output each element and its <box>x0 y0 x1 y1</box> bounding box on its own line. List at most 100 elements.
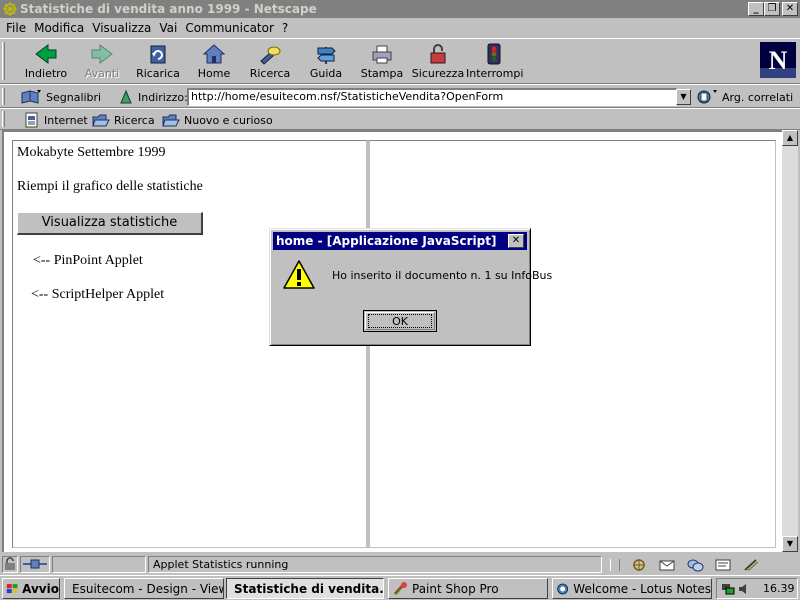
back-button-label: Indietro <box>24 67 68 80</box>
padlock-icon <box>430 44 446 64</box>
bookmarks-button[interactable]: Segnalibri <box>20 87 101 107</box>
vertical-scrollbar[interactable]: ▲ ▼ <box>782 130 798 552</box>
menu-file[interactable]: File <box>2 21 30 35</box>
address-input[interactable]: http://home/esuitecom.nsf/StatisticheVen… <box>187 88 677 106</box>
show-statistics-button[interactable]: Visualizza statistiche <box>17 212 203 235</box>
maximize-button[interactable]: ❐ <box>764 2 780 16</box>
personal-item-internet[interactable]: Internet <box>24 111 88 129</box>
warning-icon <box>283 260 315 289</box>
dialog-close-button[interactable]: ✕ <box>508 234 524 248</box>
page-header: Mokabyte Settembre 1999 <box>17 145 166 160</box>
component-bar <box>608 556 796 573</box>
stop-button[interactable]: Interrompi <box>466 41 524 81</box>
menu-vai[interactable]: Vai <box>155 21 181 35</box>
security-status-panel[interactable] <box>2 556 18 573</box>
menu-file-label: File <box>6 21 27 35</box>
stop-button-label: Interrompi <box>466 67 524 80</box>
menu-help[interactable]: ? <box>278 21 292 35</box>
related-button[interactable]: Arg. correlati <box>696 88 793 106</box>
taskbar: Avvio Esuitecom - Design - View... Stati… <box>0 575 800 600</box>
javascript-alert-dialog: home - [Applicazione JavaScript] ✕ Ho in… <box>269 228 552 346</box>
close-button[interactable]: ✕ <box>782 2 798 16</box>
navigation-toolbar: Indietro Avanti Ricarica Home Ricerca Gu… <box>0 38 800 84</box>
menu-modifica[interactable]: Modifica <box>30 21 88 35</box>
printer-icon <box>372 45 392 64</box>
dialog-title: home - [Applicazione JavaScript] <box>276 234 497 248</box>
guide-button-label: Guida <box>309 67 343 80</box>
system-tray: 16.39 <box>716 578 798 599</box>
window-title: Statistiche di vendita anno 1999 - Netsc… <box>20 2 317 16</box>
address-label-text: Indirizzo: <box>138 90 188 104</box>
connection-status-panel[interactable] <box>20 556 50 573</box>
netscape-n-icon: N <box>760 42 796 78</box>
personal-item-ricerca[interactable]: Ricerca <box>92 111 155 129</box>
composer-component-icon[interactable] <box>714 558 732 572</box>
stop-traffic-light-icon <box>487 43 501 65</box>
paint-shop-icon <box>393 581 407 595</box>
progress-panel <box>52 556 146 573</box>
search-button[interactable]: Ricerca <box>242 41 298 81</box>
minimize-button[interactable]: _ <box>748 2 764 16</box>
start-button-label: Avvio <box>22 581 59 596</box>
security-button[interactable]: Sicurezza <box>410 41 466 81</box>
discussion-component-icon[interactable] <box>686 558 704 572</box>
menu-communicator[interactable]: Communicator <box>181 21 278 35</box>
back-arrow-icon <box>35 44 57 64</box>
connection-plug-icon <box>23 559 47 569</box>
task-paintshop-label: Paint Shop Pro <box>412 581 499 596</box>
menu-visualizza[interactable]: Visualizza <box>88 21 155 35</box>
reload-button-label: Ricarica <box>136 67 180 80</box>
windows-logo-icon <box>6 583 18 593</box>
task-esuitecom-label: Esuitecom - Design - View... <box>72 581 224 596</box>
location-grip[interactable] <box>2 88 5 105</box>
document-icon <box>25 112 38 128</box>
task-lotus-notes[interactable]: Welcome - Lotus Notes <box>552 578 712 599</box>
home-button-label: Home <box>197 67 231 80</box>
related-icon <box>697 90 717 104</box>
task-statistiche[interactable]: Statistiche di vendita... <box>226 578 384 599</box>
personal-item-nuovo-label: Nuovo e curioso <box>184 113 273 127</box>
ok-button[interactable]: OK <box>363 310 437 332</box>
navigator-component-icon[interactable] <box>630 558 648 572</box>
personal-grip[interactable] <box>2 111 5 127</box>
back-button[interactable]: Indietro <box>18 41 74 81</box>
menu-communicator-label: Communicator <box>185 21 274 35</box>
mail-component-icon[interactable] <box>658 558 676 572</box>
print-button[interactable]: Stampa <box>354 41 410 81</box>
pinpoint-applet-label: <-- PinPoint Applet <box>33 253 143 268</box>
folder-icon <box>92 114 110 127</box>
tray-speaker-icon[interactable] <box>737 582 751 596</box>
reload-button[interactable]: Ricarica <box>130 41 186 81</box>
start-button[interactable]: Avvio <box>2 578 60 599</box>
lotus-notes-icon <box>557 583 569 594</box>
bookmarks-icon <box>21 90 41 104</box>
personal-item-internet-label: Internet <box>44 113 88 127</box>
forward-button[interactable]: Avanti <box>74 41 130 81</box>
dialog-title-bar[interactable]: home - [Applicazione JavaScript] ✕ <box>273 232 527 250</box>
search-button-label: Ricerca <box>249 67 291 80</box>
scripthelper-applet-label: <-- ScriptHelper Applet <box>31 287 165 302</box>
netscape-logo[interactable]: N <box>760 42 796 78</box>
home-button[interactable]: Home <box>186 41 242 81</box>
guide-button[interactable]: Guida <box>298 41 354 81</box>
tray-network-icon[interactable] <box>721 582 735 596</box>
task-statistiche-label: Statistiche di vendita... <box>234 581 384 596</box>
desktop: Statistiche di vendita anno 1999 - Netsc… <box>0 0 800 600</box>
toolbar-grip[interactable] <box>2 42 5 80</box>
task-paintshop[interactable]: Paint Shop Pro <box>388 578 548 599</box>
task-esuitecom[interactable]: Esuitecom - Design - View... <box>64 578 224 599</box>
menu-vai-label: Vai <box>159 21 178 35</box>
forward-arrow-icon <box>91 44 113 64</box>
scroll-up-button[interactable]: ▲ <box>782 130 798 146</box>
window-title-bar[interactable]: Statistiche di vendita anno 1999 - Netsc… <box>0 0 800 18</box>
pen-component-icon[interactable] <box>742 558 760 572</box>
svg-text:N: N <box>769 46 788 75</box>
scroll-down-button[interactable]: ▼ <box>782 536 798 552</box>
personal-item-nuovo[interactable]: Nuovo e curioso <box>162 111 273 129</box>
address-dropdown-button[interactable]: ▼ <box>676 89 691 105</box>
guide-signpost-icon <box>317 47 336 64</box>
clock[interactable]: 16.39 <box>763 582 795 595</box>
window-controls: _ ❐ ✕ <box>748 2 798 16</box>
status-text: Applet Statistics running <box>148 556 602 573</box>
component-grip-icon[interactable] <box>610 558 620 571</box>
